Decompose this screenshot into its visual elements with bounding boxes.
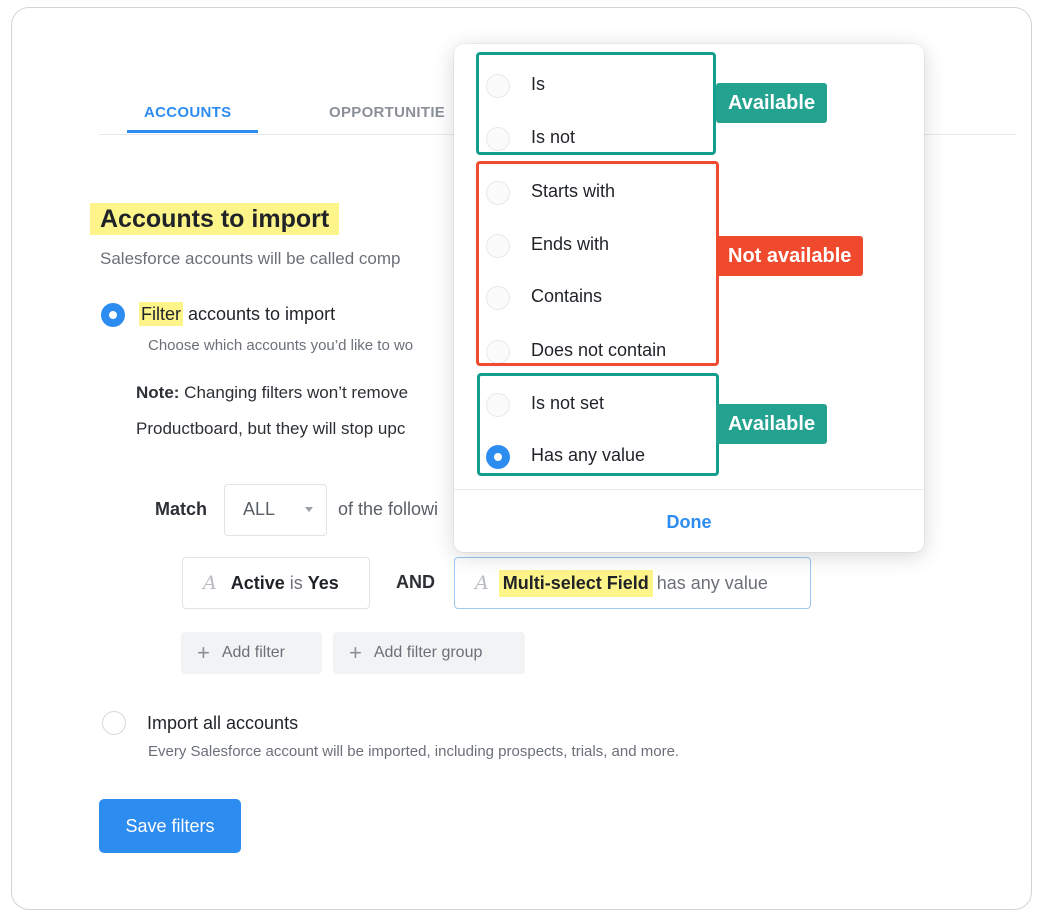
filter-chip-multiselect[interactable]: A Multi-select Field has any value	[454, 557, 811, 609]
filter-field: Multi-select Field	[498, 569, 653, 597]
page-title: Accounts to import	[90, 203, 340, 235]
text-field-icon: A	[203, 572, 217, 594]
import-all-radio[interactable]	[102, 711, 126, 735]
page-subtitle: Salesforce accounts will be called comp	[100, 249, 401, 268]
filter-accounts-description: Choose which accounts you’d like to wo	[148, 337, 414, 354]
plus-icon: +	[349, 640, 362, 665]
done-button[interactable]: Done	[454, 512, 924, 533]
filter-field: Active	[230, 572, 285, 593]
import-all-label: Import all accounts	[147, 713, 299, 733]
add-filter-group-button[interactable]: + Add filter group	[333, 632, 525, 674]
match-select-value: ALL	[243, 499, 276, 519]
available-tag: Available	[716, 404, 828, 444]
match-select[interactable]: ALL	[224, 484, 327, 536]
and-conjunction: AND	[396, 572, 435, 592]
chevron-down-icon	[305, 507, 313, 512]
not-available-group-box	[476, 161, 719, 366]
add-filter-label: Add filter	[221, 644, 285, 661]
page: ACCOUNTS OPPORTUNITIE Accounts to import…	[12, 8, 1031, 909]
note-label: Note:	[136, 383, 180, 402]
available-tag: Available	[716, 83, 828, 123]
filter-operator: has any value	[656, 572, 768, 593]
filter-operator: is	[289, 572, 303, 593]
filter-value: Yes	[307, 572, 339, 593]
add-filter-group-label: Add filter group	[373, 644, 483, 661]
active-tab-indicator	[127, 130, 258, 133]
available-group-box	[476, 52, 716, 155]
filter-title-rest: accounts to import	[183, 304, 336, 324]
text-field-icon: A	[475, 572, 489, 594]
not-available-tag: Not available	[716, 236, 864, 276]
tab-opportunities[interactable]: OPPORTUNITIE	[329, 104, 445, 121]
filter-highlight: Filter	[139, 302, 183, 326]
add-filter-button[interactable]: + Add filter	[181, 632, 322, 674]
dropdown-divider	[454, 489, 924, 490]
plus-icon: +	[197, 640, 210, 665]
filter-chip-active[interactable]: A Active is Yes	[182, 557, 370, 609]
save-filters-button[interactable]: Save filters	[99, 799, 241, 853]
match-suffix: of the followi	[338, 499, 439, 519]
filter-accounts-label: Filter accounts to import	[139, 302, 336, 326]
available-group-box	[477, 373, 719, 476]
note-text-1: Changing filters won’t remove	[179, 383, 409, 402]
note-line-2: Productboard, but they will stop upc	[136, 419, 406, 438]
tab-accounts[interactable]: ACCOUNTS	[144, 104, 231, 121]
filter-accounts-radio[interactable]	[101, 303, 125, 327]
match-label: Match	[155, 499, 208, 519]
note-line-1: Note: Changing filters won’t remove	[136, 383, 408, 403]
import-all-description: Every Salesforce account will be importe…	[148, 743, 680, 760]
window-frame: ACCOUNTS OPPORTUNITIE Accounts to import…	[11, 7, 1032, 910]
